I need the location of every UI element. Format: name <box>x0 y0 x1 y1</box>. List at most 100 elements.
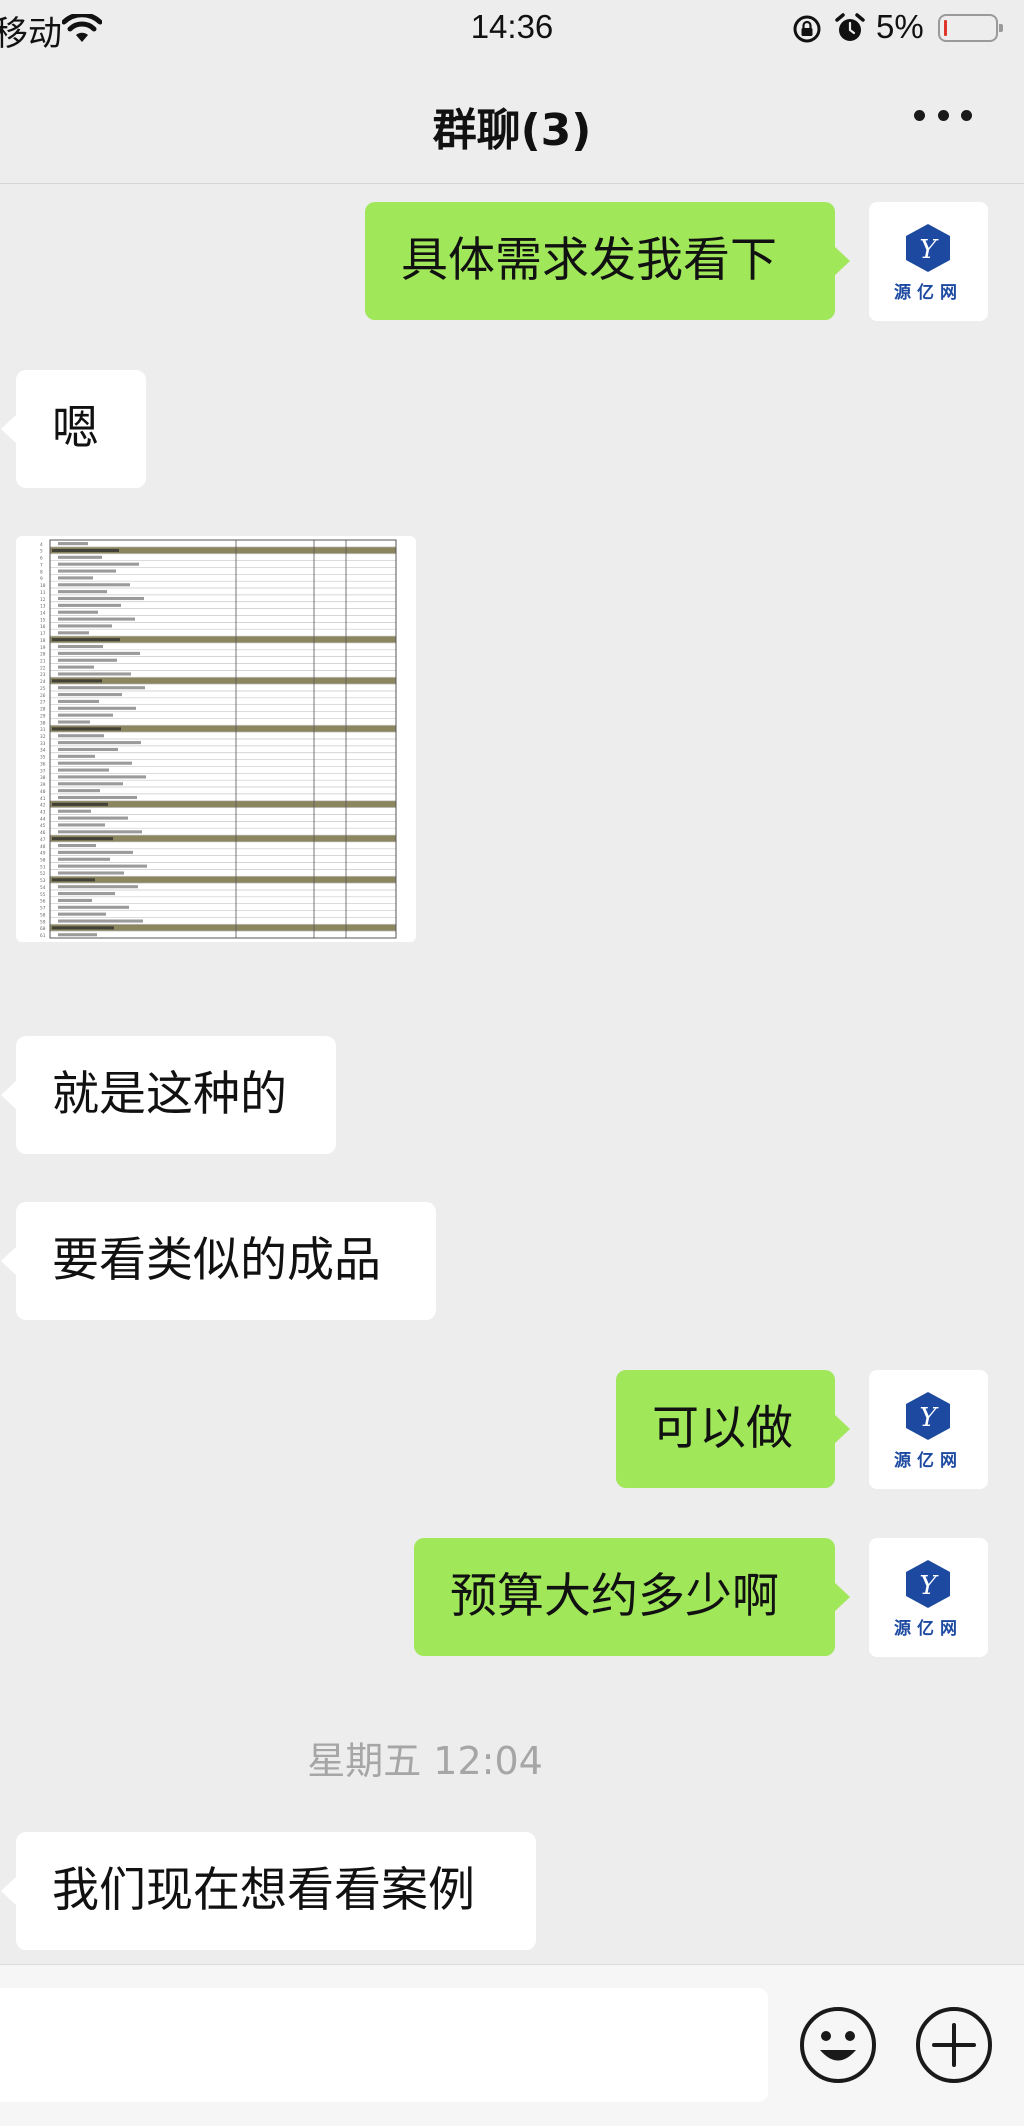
svg-text:19: 19 <box>40 645 46 651</box>
svg-text:Y: Y <box>919 235 939 265</box>
svg-text:32: 32 <box>40 734 46 740</box>
svg-text:11: 11 <box>40 590 46 596</box>
svg-text:46: 46 <box>40 830 46 836</box>
svg-text:14: 14 <box>40 610 46 616</box>
battery-percentage: 5% <box>876 8 924 45</box>
svg-text:45: 45 <box>40 823 46 829</box>
message-text: 要看类似的成品 <box>52 1233 381 1288</box>
svg-text:4: 4 <box>40 542 43 548</box>
svg-text:43: 43 <box>40 809 46 815</box>
svg-text:56: 56 <box>40 899 46 905</box>
clock: 14:36 <box>470 8 554 45</box>
svg-text:41: 41 <box>40 796 46 802</box>
status-bar: 移动 14:36 5% <box>0 0 1024 60</box>
svg-text:13: 13 <box>40 604 46 610</box>
avatar[interactable]: Y 源亿网 <box>869 1370 988 1489</box>
emoji-icon[interactable] <box>798 2005 878 2085</box>
svg-text:52: 52 <box>40 871 46 877</box>
message-text: 可以做 <box>652 1401 793 1456</box>
message-text: 嗯 <box>52 401 99 456</box>
svg-text:Y: Y <box>919 1403 939 1433</box>
avatar[interactable]: Y 源亿网 <box>869 202 988 321</box>
chat-title: 群聊(3) <box>432 105 592 156</box>
svg-text:58: 58 <box>40 912 46 918</box>
received-message-bubble[interactable]: 就是这种的 <box>1 1036 336 1154</box>
svg-text:38: 38 <box>40 775 46 781</box>
svg-text:55: 55 <box>40 892 46 898</box>
svg-text:31: 31 <box>40 727 46 733</box>
spreadsheet-thumbnail: 4567891011121314151617181920212223242526… <box>40 539 397 939</box>
battery-icon <box>938 14 1003 42</box>
svg-text:24: 24 <box>40 679 46 685</box>
svg-text:10: 10 <box>40 583 46 589</box>
received-message-bubble[interactable]: 要看类似的成品 <box>1 1202 436 1320</box>
svg-text:54: 54 <box>40 885 46 891</box>
avatar-brand-text: 源亿网 <box>894 1451 963 1471</box>
svg-text:22: 22 <box>40 665 46 671</box>
svg-text:17: 17 <box>40 631 46 637</box>
svg-text:44: 44 <box>40 816 46 822</box>
sent-message-bubble[interactable]: 具体需求发我看下 <box>365 202 850 320</box>
logo-hexagon-icon: Y <box>906 1392 950 1440</box>
received-message-bubble[interactable]: 我们现在想看看案例 <box>1 1832 536 1950</box>
svg-text:57: 57 <box>40 906 46 912</box>
image-message[interactable]: 4 5 6 7 8 9 10 11 12 13 14 15 16 17 18 19 20 21 22 23 24 25 26… <box>16 536 416 942</box>
svg-text:Y: Y <box>919 1571 939 1601</box>
message-text: 我们现在想看看案例 <box>52 1863 475 1918</box>
svg-text:29: 29 <box>40 713 46 719</box>
svg-text:39: 39 <box>40 782 46 788</box>
alarm-icon <box>835 13 865 41</box>
battery-level <box>944 20 947 36</box>
svg-text:25: 25 <box>40 686 46 692</box>
timestamp: 星期五 12:04 <box>307 1739 543 1783</box>
avatar-brand-text: 源亿网 <box>894 1619 963 1639</box>
plus-icon[interactable] <box>914 2005 994 2085</box>
logo-hexagon-icon: Y <box>906 224 950 272</box>
logo-hexagon-icon: Y <box>906 1560 950 1608</box>
svg-text:36: 36 <box>40 761 46 767</box>
svg-text:20: 20 <box>40 652 46 658</box>
svg-text:53: 53 <box>40 878 46 884</box>
svg-text:15: 15 <box>40 617 46 623</box>
svg-text:37: 37 <box>40 768 46 774</box>
svg-text:27: 27 <box>40 700 46 706</box>
svg-text:50: 50 <box>40 858 46 864</box>
svg-text:28: 28 <box>40 707 46 713</box>
svg-text:30: 30 <box>40 720 46 726</box>
svg-text:49: 49 <box>40 851 46 857</box>
svg-text:16: 16 <box>40 624 46 630</box>
chat-header: 群聊(3) <box>0 60 1024 184</box>
svg-text:26: 26 <box>40 693 46 699</box>
message-text: 具体需求发我看下 <box>401 233 777 288</box>
sent-message-bubble[interactable]: 预算大约多少啊 <box>414 1538 850 1656</box>
svg-text:9: 9 <box>40 576 43 582</box>
svg-text:6: 6 <box>40 556 43 562</box>
svg-text:5: 5 <box>40 549 43 555</box>
svg-text:12: 12 <box>40 597 46 603</box>
more-dots-icon[interactable] <box>914 110 972 124</box>
svg-text:51: 51 <box>40 864 46 870</box>
avatar-brand-text: 源亿网 <box>894 283 963 303</box>
svg-text:21: 21 <box>40 659 46 665</box>
message-list[interactable]: 具体需求发我看下 Y 源亿网 嗯 4 5 6 7 8 9 10 11 12 13 14 15 16 17 1… <box>0 184 1024 1964</box>
orientation-lock-icon <box>793 15 821 43</box>
message-input[interactable] <box>0 1988 768 2102</box>
input-bar <box>0 1964 1024 2126</box>
sent-message-bubble[interactable]: 可以做 <box>616 1370 850 1488</box>
svg-text:7: 7 <box>40 562 43 568</box>
svg-text:33: 33 <box>40 741 46 747</box>
svg-text:42: 42 <box>40 803 46 809</box>
svg-text:40: 40 <box>40 789 46 795</box>
received-message-bubble[interactable]: 嗯 <box>1 370 146 488</box>
svg-text:61: 61 <box>40 933 46 939</box>
svg-text:59: 59 <box>40 919 46 925</box>
svg-text:34: 34 <box>40 748 46 754</box>
svg-text:8: 8 <box>40 569 43 575</box>
svg-text:23: 23 <box>40 672 46 678</box>
svg-text:48: 48 <box>40 844 46 850</box>
message-text: 就是这种的 <box>52 1067 287 1122</box>
svg-text:47: 47 <box>40 837 46 843</box>
svg-text:60: 60 <box>40 926 46 932</box>
svg-text:18: 18 <box>40 638 46 644</box>
avatar[interactable]: Y 源亿网 <box>869 1538 988 1657</box>
